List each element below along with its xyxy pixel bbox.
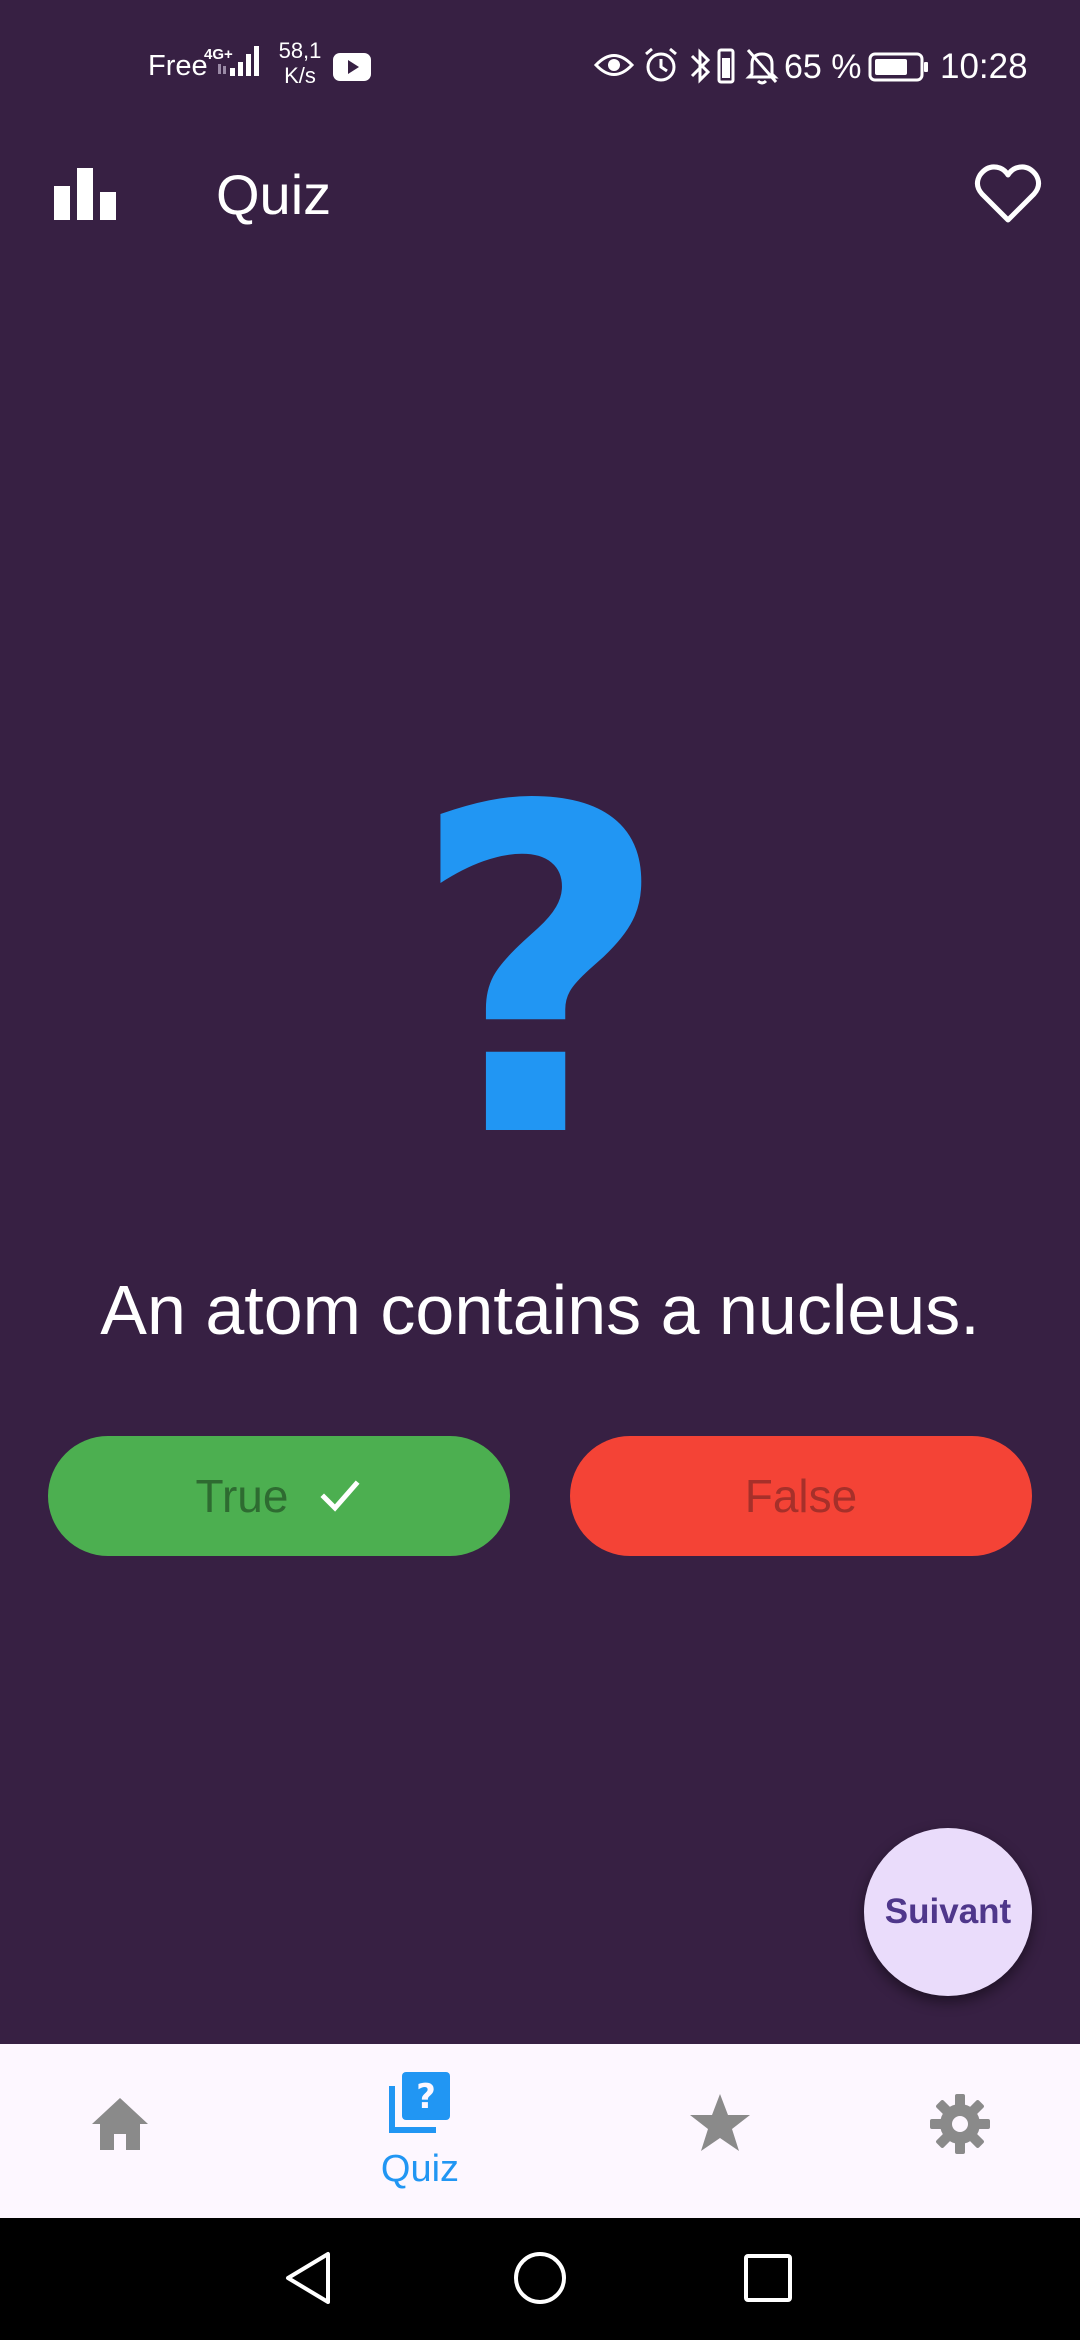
gear-icon [930, 2094, 990, 2154]
bluetooth-icon [690, 48, 711, 84]
battery-icon [868, 52, 928, 82]
nav-label-quiz: Quiz [380, 2148, 460, 2190]
question-text: An atom contains a nucleus. [100, 1271, 980, 1349]
leaderboard-icon[interactable] [50, 160, 120, 230]
bottom-navigation: ? Quiz [0, 2044, 1080, 2218]
nav-item-quiz[interactable]: ? Quiz [320, 2044, 520, 2218]
speed-value: 58,1 [278, 38, 322, 63]
false-button-label: False [744, 1470, 858, 1522]
speed-unit: K/s [284, 63, 316, 88]
nav-item-settings[interactable] [860, 2044, 1060, 2218]
back-icon[interactable] [280, 2248, 340, 2308]
home-circle-icon[interactable] [510, 2248, 570, 2308]
carrier-label: Free [148, 50, 208, 82]
alarm-icon [645, 47, 677, 82]
next-button[interactable]: Suivant [864, 1828, 1032, 1996]
heart-icon[interactable] [972, 158, 1044, 230]
true-button[interactable]: True [48, 1436, 510, 1556]
network-speed: 58,1 K/s [268, 38, 332, 88]
youtube-icon [333, 53, 371, 81]
star-icon [690, 2094, 750, 2151]
vibrate-icon [717, 48, 735, 84]
svg-text:?: ? [416, 2077, 436, 2117]
nav-item-home[interactable] [20, 2044, 220, 2218]
status-bar: Free 4G+ 58,1 K/s 65 % 10:28 [0, 0, 1080, 130]
battery-percent: 65 % [784, 48, 862, 86]
screen: Free 4G+ 58,1 K/s 65 % 10:28 Quiz ? An a… [0, 0, 1080, 2340]
clock: 10:28 [940, 47, 1028, 86]
true-button-label: True [195, 1470, 289, 1522]
eye-icon [594, 54, 634, 76]
muted-bell-icon [745, 49, 779, 85]
quiz-icon: ? [389, 2072, 450, 2133]
check-icon [320, 1480, 360, 1512]
next-button-label: Suivant [884, 1892, 1012, 1931]
question-mark-symbol: ? [409, 713, 671, 1237]
nav-item-favorites[interactable] [620, 2044, 820, 2218]
system-navigation-bar [0, 2218, 1080, 2340]
home-icon [92, 2098, 148, 2150]
page-title: Quiz [216, 163, 332, 226]
signal-icon [218, 46, 259, 76]
recents-icon[interactable] [738, 2248, 798, 2308]
app-bar: Quiz [0, 130, 1080, 260]
false-button[interactable]: False [570, 1436, 1032, 1556]
